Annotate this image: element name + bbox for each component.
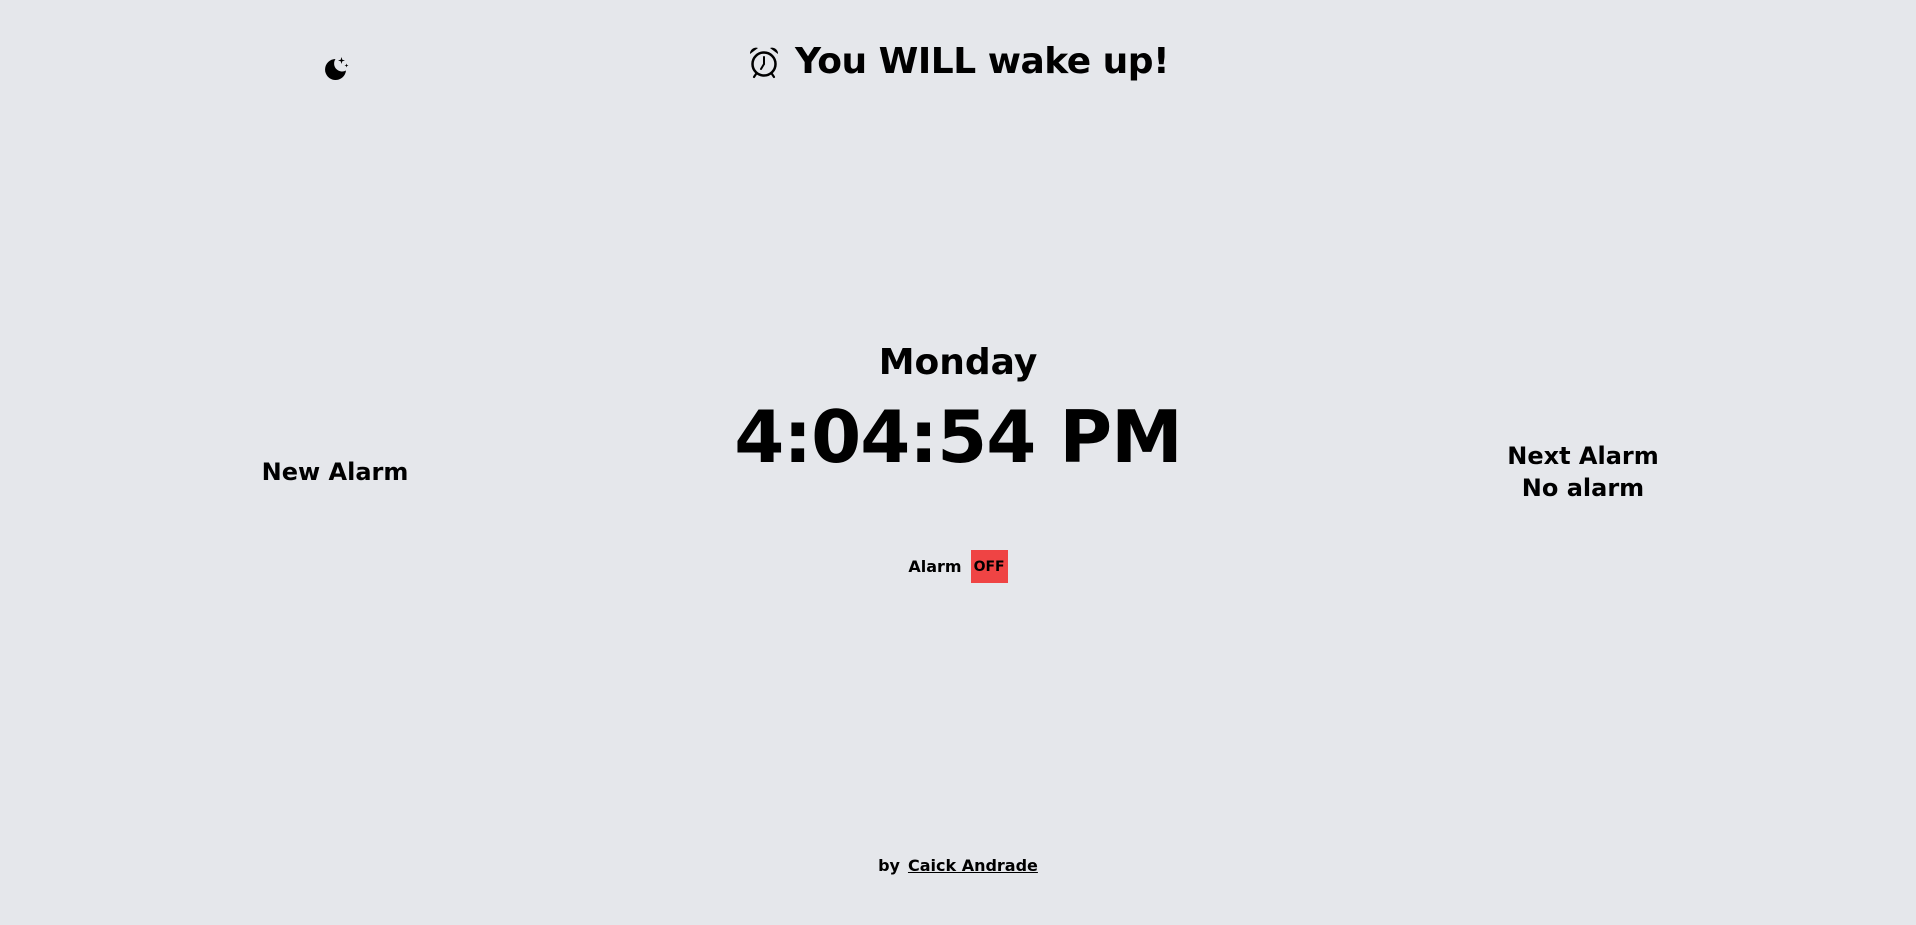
page-header: You WILL wake up! bbox=[0, 44, 1916, 80]
alarm-toggle-label: Alarm bbox=[908, 557, 962, 576]
new-alarm-button[interactable]: New Alarm bbox=[195, 458, 475, 487]
alarm-toggle-row: Alarm OFF bbox=[0, 550, 1916, 583]
author-link[interactable]: Caick Andrade bbox=[908, 856, 1038, 875]
day-of-week: Monday bbox=[878, 342, 1038, 383]
next-alarm-panel: Next Alarm No alarm bbox=[1443, 441, 1723, 505]
alarm-toggle-switch[interactable]: OFF bbox=[970, 550, 1008, 583]
footer: by Caick Andrade bbox=[0, 856, 1916, 875]
next-alarm-label: Next Alarm bbox=[1507, 442, 1659, 470]
footer-by-text: by bbox=[878, 856, 900, 875]
next-alarm-value: No alarm bbox=[1521, 473, 1645, 502]
alarm-clock-icon bbox=[747, 45, 781, 79]
page-title: You WILL wake up! bbox=[795, 41, 1169, 82]
